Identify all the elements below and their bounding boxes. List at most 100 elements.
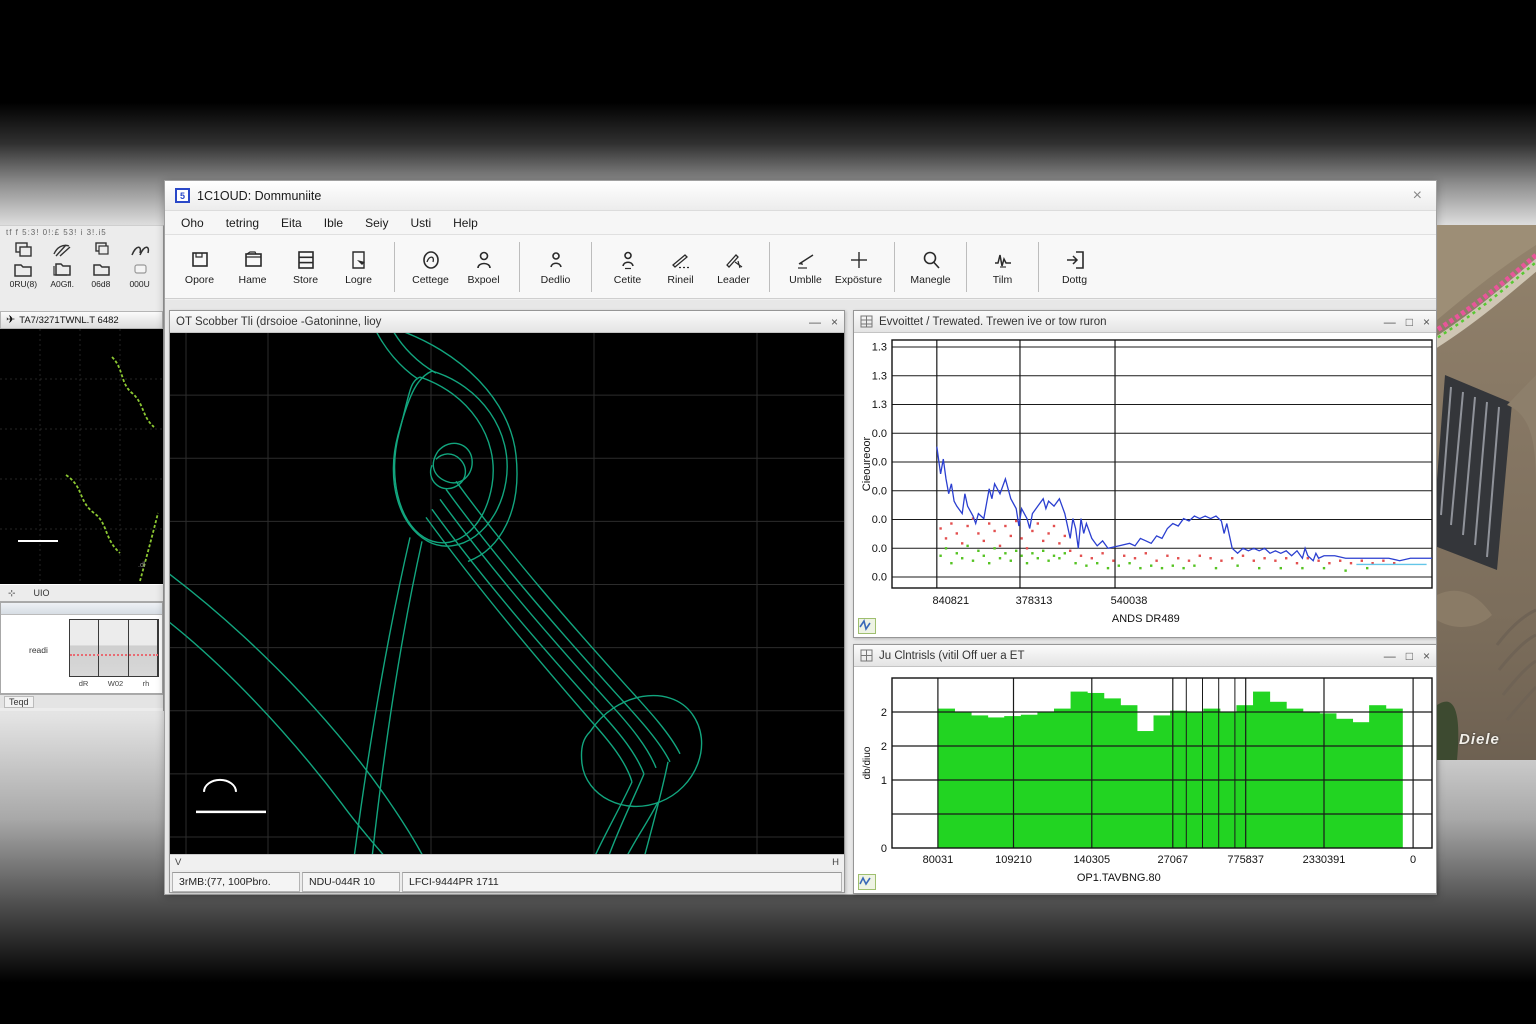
toolbar-separator — [591, 242, 592, 292]
copy-windows-icon — [13, 241, 33, 259]
plot-window-titlebar[interactable]: OT Scobber Tli (drsoioe -Gatoninne, lioy… — [170, 311, 844, 333]
north-arc — [204, 780, 236, 792]
svg-text:0.0: 0.0 — [872, 485, 887, 497]
menu-item[interactable]: Seiy — [365, 216, 388, 230]
svg-text:27067: 27067 — [1158, 854, 1189, 866]
stacked-panels-icon — [294, 248, 318, 272]
toolbar-button-export[interactable]: Bxpoel — [457, 239, 510, 295]
toolbar-button-store[interactable]: Store — [279, 239, 332, 295]
maximize-icon[interactable]: □ — [1406, 649, 1413, 663]
main-titlebar[interactable]: 5 1C1OUD: Dommuniite × — [165, 181, 1436, 211]
menu-item[interactable]: Ible — [324, 216, 343, 230]
toolbar-label: Bxpoel — [467, 274, 499, 286]
toolbar-button-exposure[interactable]: Expösture — [832, 239, 885, 295]
maximize-icon[interactable]: □ — [1406, 315, 1413, 329]
toolbar-separator — [966, 242, 967, 292]
toolbar-button-manage[interactable]: Manegle — [904, 239, 957, 295]
minimize-icon[interactable]: — — [1384, 649, 1396, 663]
svg-text:1.3: 1.3 — [872, 370, 887, 382]
histogram-chart-window: Ju Clntrisls (vitil Off uer a ET — □ × 8… — [853, 644, 1437, 894]
toolbar-label: Manegle — [910, 274, 950, 286]
menubar: Oho tetring Eita Ible Seiy Usti Help — [165, 211, 1436, 235]
left-track-plot[interactable]: .dl — [0, 329, 163, 584]
close-icon[interactable]: × — [1409, 187, 1426, 205]
toolbar-button-edit[interactable]: Cetite — [601, 239, 654, 295]
chart1-body[interactable]: 1.31.31.30.00.00.00.00.00.08408213783135… — [854, 333, 1436, 637]
left-toolbar-label: 0RU(8) — [10, 279, 37, 289]
svg-text:0.0: 0.0 — [872, 543, 887, 555]
menu-item[interactable]: Usti — [410, 216, 431, 230]
gnss-track — [170, 333, 702, 854]
svg-text:0: 0 — [881, 843, 887, 855]
swirl-pen-icon — [128, 241, 152, 259]
toolbar-button-leader[interactable]: Leader — [707, 239, 760, 295]
menu-item[interactable]: tetring — [226, 216, 259, 230]
toolbar-button-line[interactable]: Rineil — [654, 239, 707, 295]
grid-icon — [860, 315, 873, 328]
left-statusbar: ⊹ UIO — [0, 584, 163, 602]
satellite-map-strip[interactable]: Diele — [1437, 225, 1536, 760]
toolbar-button-radio[interactable]: Dedlio — [529, 239, 582, 295]
chart2-body[interactable]: 8003110921014030527067775837233039102210… — [854, 667, 1436, 893]
toolbar: Opore Hame Store Logre Cettege Bxpoel De… — [165, 235, 1436, 299]
mini-chart-ylabel: readi — [29, 645, 48, 655]
close-icon[interactable]: × — [831, 315, 838, 329]
toolbar-separator — [894, 242, 895, 292]
toolbar-button-enable[interactable]: Umblle — [779, 239, 832, 295]
menu-item[interactable]: Oho — [181, 216, 204, 230]
left-sub-titlebar[interactable] — [1, 603, 162, 615]
toolbar-label: Cetite — [614, 274, 641, 286]
trajectory-svg — [170, 333, 844, 854]
svg-text:140305: 140305 — [1073, 854, 1110, 866]
left-toolbar-button-0[interactable]: 0RU(8) — [4, 241, 43, 311]
menu-item[interactable]: Eita — [281, 216, 302, 230]
mini-xtick: rh — [143, 679, 150, 688]
toolbar-button-trim[interactable]: Tilm — [976, 239, 1029, 295]
toolbar-button-open[interactable]: Opore — [173, 239, 226, 295]
folder-icon — [13, 260, 33, 278]
minimize-icon[interactable]: — — [809, 315, 821, 329]
toolbar-label: Dottg — [1062, 274, 1087, 286]
mini-chart-cell — [129, 620, 158, 676]
trajectory-canvas[interactable] — [170, 333, 844, 854]
left-menu-row: tf f 5:3! 0!:£ 53! i 3!.i5 — [0, 226, 163, 239]
plus-icon — [847, 248, 871, 272]
minimize-icon[interactable]: — — [1384, 315, 1396, 329]
toolbar-button-settings[interactable]: Cettege — [404, 239, 457, 295]
left-status-text: UIO — [34, 588, 50, 598]
svg-text:0.0: 0.0 — [872, 514, 887, 526]
chart1-title: Evvoittet / Trewated. Trewen ive or tow … — [879, 316, 1378, 328]
chart1-tool-button[interactable] — [858, 618, 876, 634]
left-toolbar-button-1[interactable]: A0Gfl. — [43, 241, 82, 311]
svg-text:Cieoureoor: Cieoureoor — [861, 436, 873, 491]
chart2-titlebar[interactable]: Ju Clntrisls (vitil Off uer a ET — □ × — [854, 645, 1436, 667]
folder-icon — [91, 260, 111, 278]
exit-door-icon — [1063, 248, 1087, 272]
toolbar-button-exit[interactable]: Dottg — [1048, 239, 1101, 295]
chart2-tool-button[interactable] — [858, 874, 876, 890]
svg-text:1: 1 — [881, 775, 887, 787]
left-toolbar-button-2[interactable]: 06d8 — [82, 241, 121, 311]
toolbar-button-frame[interactable]: Hame — [226, 239, 279, 295]
chart1-titlebar[interactable]: Evvoittet / Trewated. Trewen ive or tow … — [854, 311, 1436, 333]
menu-item[interactable]: Help — [453, 216, 478, 230]
satellite-image — [1437, 225, 1536, 760]
mini-chart-xticks: dR W02 rh — [69, 679, 159, 688]
left-sub-window: readi dR W02 rh — [0, 602, 163, 694]
left-app-window: tf f 5:3! 0!:£ 53! i 3!.i5 0RU(8) A0Gfl.… — [0, 225, 164, 711]
left-window-titlebar[interactable]: ✈ TA7/3271TWNL.T 6482 — [0, 311, 163, 329]
toolbar-label: Rineil — [667, 274, 693, 286]
left-toolbar: 0RU(8) A0Gfl. 06d8 000U — [0, 239, 163, 311]
plot-scroll-strip[interactable]: V H — [170, 854, 844, 870]
svg-text:2330391: 2330391 — [1303, 854, 1346, 866]
close-icon[interactable]: × — [1423, 315, 1430, 329]
plot-statusbar: 3rMB:(77, 100Pbro. NDU-044R 10 LFCI-9444… — [170, 870, 844, 892]
close-icon[interactable]: × — [1423, 649, 1430, 663]
toolbar-label: Expösture — [835, 274, 882, 286]
toolbar-label: Dedlio — [541, 274, 571, 286]
svg-text:1.3: 1.3 — [872, 399, 887, 411]
toolbar-button-log[interactable]: Logre — [332, 239, 385, 295]
mini-chart-threshold-line — [70, 654, 158, 656]
user-small-icon — [544, 248, 568, 272]
left-toolbar-button-3[interactable]: 000U — [120, 241, 159, 311]
